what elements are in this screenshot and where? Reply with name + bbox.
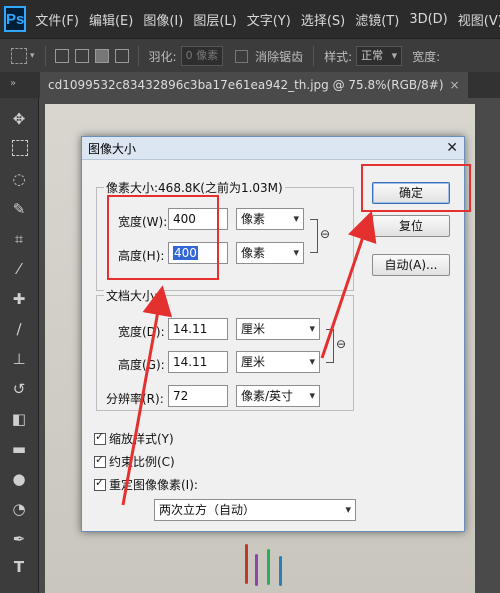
image-size-dialog: 图像大小 ✕ 像素大小:468.8K(之前为1.03M) 宽度(W): 400 … (81, 136, 465, 532)
antialias-checkbox[interactable] (235, 49, 249, 63)
lasso-tool-icon[interactable]: ◌ (10, 170, 28, 188)
scale-styles-option[interactable]: 缩放样式(Y) (94, 430, 174, 447)
doc-width-label: 宽度(D): (118, 325, 165, 339)
document-tab-bar: » cd1099532c83432896c3ba17e61ea942_th.jp… (0, 72, 500, 98)
doc-constrain-bracket (326, 329, 334, 363)
pixel-width-label: 宽度(W): (118, 215, 168, 229)
menu-3d[interactable]: 3D(D) (409, 12, 447, 27)
constrain-proportions-option[interactable]: 约束比例(C) (94, 453, 175, 470)
options-bar: ▾ 羽化: 0 像素 消除锯齿 样式: 正常 宽度: (0, 38, 500, 74)
dialog-title-bar[interactable]: 图像大小 ✕ (82, 137, 464, 160)
scale-styles-checkbox[interactable] (94, 430, 106, 445)
chevron-down-icon: ▾ (309, 355, 315, 368)
gradient-tool-icon[interactable]: ▬ (10, 440, 28, 458)
quick-select-tool-icon[interactable]: ✎ (10, 200, 28, 218)
constrain-proportions-checkbox[interactable] (94, 453, 106, 468)
doc-height-unit-select[interactable]: 厘米 ▾ (236, 351, 320, 373)
feather-label: 羽化: (148, 49, 177, 64)
resolution-label: 分辨率(R): (106, 392, 164, 406)
new-selection-icon[interactable] (54, 49, 69, 63)
auto-button[interactable]: 自动(A)... (372, 254, 450, 276)
chevron-down-icon: ▾ (293, 212, 299, 225)
brush-tool-icon[interactable]: ∕ (10, 320, 28, 338)
menu-type[interactable]: 文字(Y) (247, 10, 291, 29)
document-tab[interactable]: cd1099532c83432896c3ba17e61ea942_th.jpg … (40, 72, 468, 98)
blur-tool-icon[interactable]: ● (10, 470, 28, 488)
doc-height-input[interactable]: 14.11 (168, 351, 228, 373)
pixel-height-label: 高度(H): (118, 249, 165, 263)
pixel-width-input[interactable]: 400 (168, 208, 228, 230)
pen-tool-icon[interactable]: ✒ (10, 530, 28, 548)
close-icon[interactable]: ✕ (446, 140, 458, 156)
pixel-height-input[interactable]: 400 (168, 242, 228, 264)
pixel-width-unit-select[interactable]: 像素 ▾ (236, 208, 304, 230)
document-tab-title: cd1099532c83432896c3ba17e61ea942_th.jpg … (48, 78, 444, 92)
marquee-tool-icon[interactable] (11, 48, 27, 64)
crop-tool-icon[interactable]: ⌗ (10, 230, 28, 248)
move-tool-icon[interactable]: ✥ (10, 110, 28, 128)
menu-image[interactable]: 图像(I) (143, 10, 183, 29)
resample-option[interactable]: 重定图像像素(I): (94, 476, 198, 493)
type-tool-icon[interactable]: T (10, 558, 28, 576)
add-selection-icon[interactable] (74, 49, 89, 63)
pixel-dimensions-legend: 像素大小:468.8K(之前为1.03M) (104, 179, 285, 196)
dodge-tool-icon[interactable]: ◔ (10, 500, 28, 518)
menu-bar: Ps 文件(F) 编辑(E) 图像(I) 图层(L) 文字(Y) 选择(S) 滤… (0, 0, 500, 38)
antialias-label: 消除锯齿 (255, 49, 304, 64)
toolbox: ✥ ◌ ✎ ⌗ ⁄ ✚ ∕ ⊥ ↺ ◧ ▬ ● ◔ ✒ T (0, 98, 39, 593)
panel-collapse-icon[interactable]: » (10, 78, 16, 89)
menu-edit[interactable]: 编辑(E) (89, 10, 133, 29)
document-size-legend: 文档大小: (104, 287, 161, 304)
width-label: 宽度: (412, 49, 441, 64)
history-brush-tool-icon[interactable]: ↺ (10, 380, 28, 398)
menu-file[interactable]: 文件(F) (35, 10, 79, 29)
marquee-tool-icon[interactable] (12, 140, 28, 156)
chevron-down-icon[interactable]: ▾ (30, 51, 35, 61)
chevron-down-icon: ▾ (309, 389, 315, 402)
chain-link-icon: ⊖ (320, 227, 331, 241)
feather-input[interactable]: 0 像素 (180, 46, 224, 66)
eyedropper-tool-icon[interactable]: ⁄ (10, 260, 28, 278)
chevron-down-icon: ▾ (345, 503, 351, 516)
photoshop-logo: Ps (4, 6, 27, 32)
menu-select[interactable]: 选择(S) (301, 10, 345, 29)
reset-button[interactable]: 复位 (372, 215, 450, 237)
resolution-unit-select[interactable]: 像素/英寸 ▾ (236, 385, 320, 407)
menu-filter[interactable]: 滤镜(T) (355, 10, 399, 29)
close-tab-icon[interactable]: × (450, 78, 460, 92)
menu-view[interactable]: 视图(V) (458, 10, 500, 29)
resolution-input[interactable]: 72 (168, 385, 228, 407)
chevron-down-icon: ▾ (309, 322, 315, 335)
doc-width-input[interactable]: 14.11 (168, 318, 228, 340)
subtract-selection-icon[interactable] (94, 49, 109, 63)
eraser-tool-icon[interactable]: ◧ (10, 410, 28, 428)
intersect-selection-icon[interactable] (114, 49, 129, 63)
clone-stamp-tool-icon[interactable]: ⊥ (10, 350, 28, 368)
style-select[interactable]: 正常 (356, 46, 403, 66)
style-label: 样式: (324, 49, 353, 64)
healing-brush-tool-icon[interactable]: ✚ (10, 290, 28, 308)
chevron-down-icon: ▾ (293, 246, 299, 259)
doc-width-unit-select[interactable]: 厘米 ▾ (236, 318, 320, 340)
ok-button[interactable]: 确定 (372, 182, 450, 204)
dialog-title: 图像大小 (88, 141, 137, 156)
doc-height-label: 高度(G): (118, 358, 165, 372)
chain-link-icon: ⊖ (336, 337, 347, 351)
resample-method-select[interactable]: 两次立方（自动） ▾ (154, 499, 356, 521)
pixel-height-unit-select[interactable]: 像素 ▾ (236, 242, 304, 264)
constrain-bracket (310, 219, 318, 253)
resample-checkbox[interactable] (94, 476, 106, 491)
menu-layer[interactable]: 图层(L) (193, 10, 236, 29)
